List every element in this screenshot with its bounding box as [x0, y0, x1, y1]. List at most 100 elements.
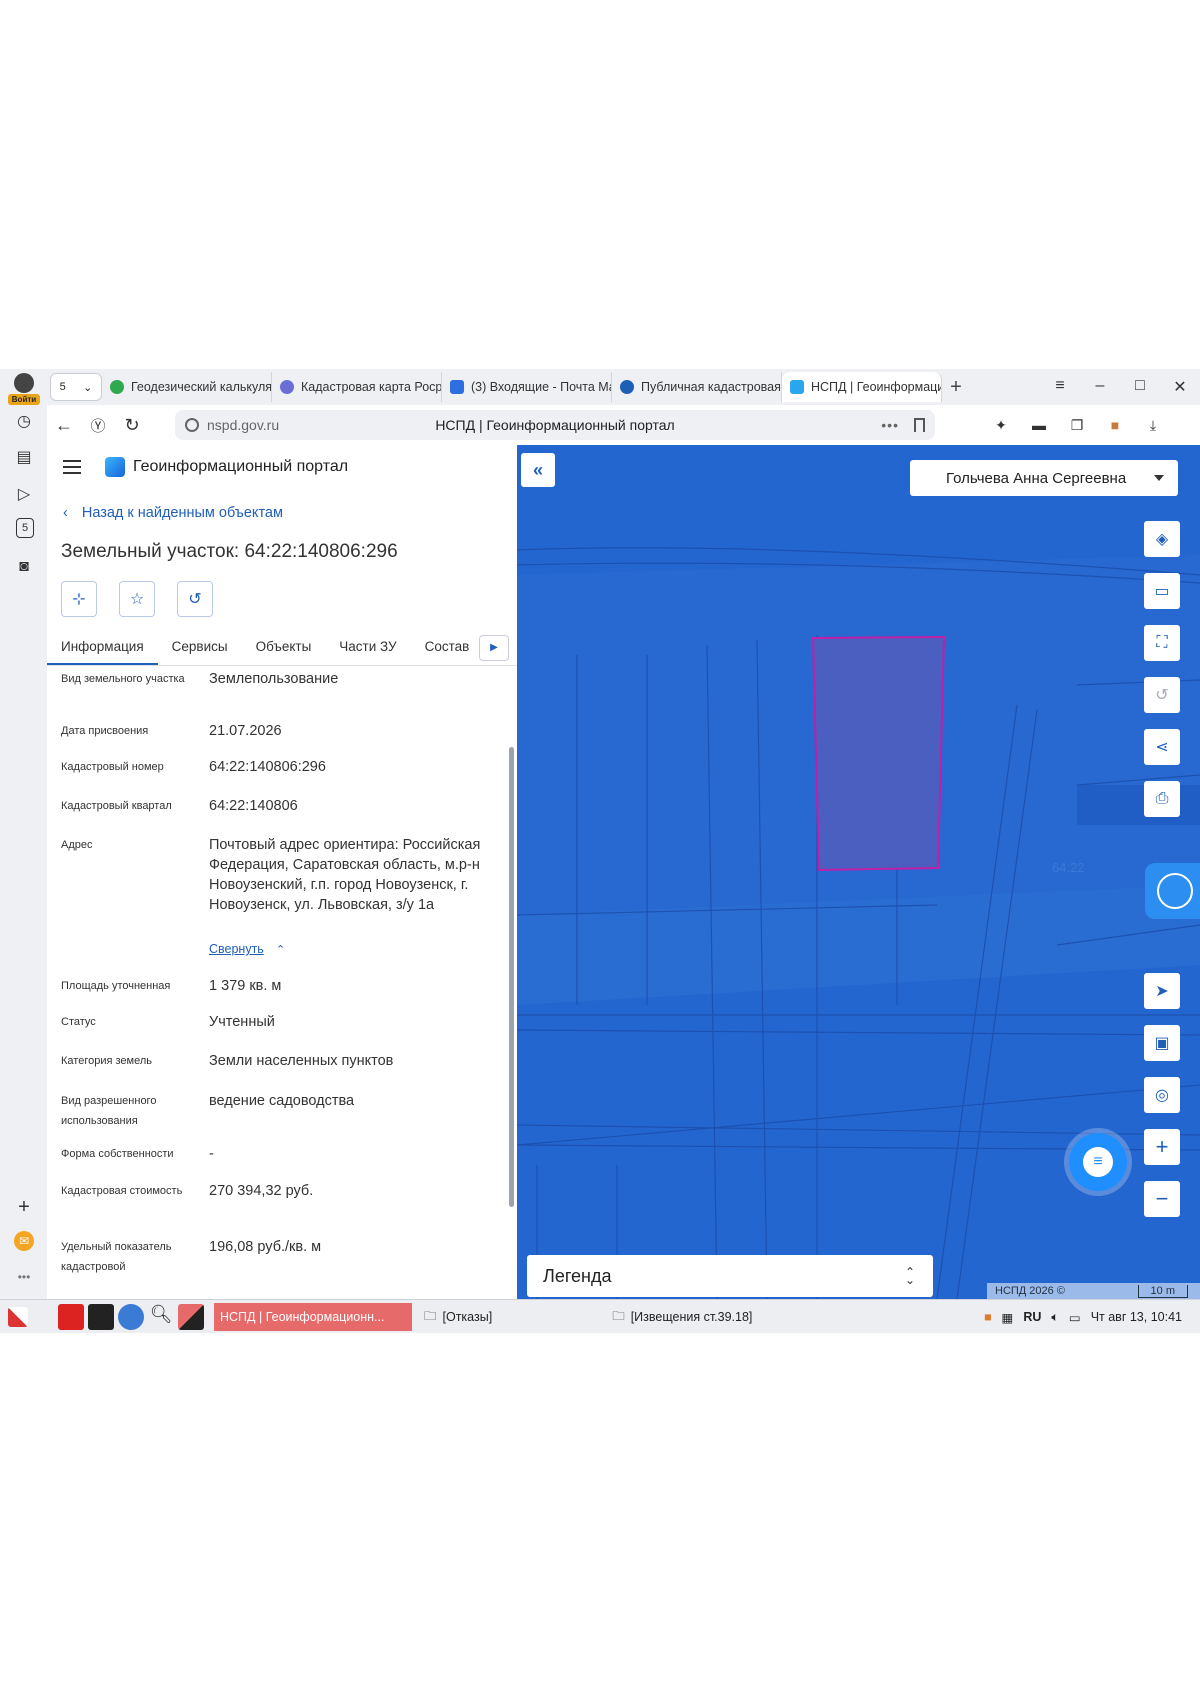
tab-cadastral-map[interactable]: Кадастровая карта Росреестра — [272, 372, 442, 402]
tab-composition[interactable]: Состав — [411, 631, 484, 665]
tab-count: 5 — [59, 381, 66, 393]
legend-dropdown[interactable]: Легенда ⌃ ⌄ — [527, 1255, 933, 1297]
back-to-results-link[interactable]: ‹ Назад к найденным объектам — [63, 505, 283, 521]
map-view[interactable]: 64:22 « Гольчева Анна Сергеевна ◈ ▭ ⛶ ↺ … — [517, 445, 1200, 1299]
browser-sidebar: Войти ◷ ▤ ▷ 5 ◙ + ✉ ••• — [0, 369, 48, 1299]
downloads-icon[interactable]: ⤓ — [1141, 413, 1165, 437]
tab-nspd[interactable]: НСПД | Геоинформационный портал ✕ — [782, 372, 942, 402]
taskbar-folder-notices[interactable]: 🗀 [Извещения ст.39.18] — [612, 1307, 752, 1328]
more-icon[interactable]: ••• — [881, 417, 899, 433]
camera-icon[interactable]: ◙ — [12, 555, 36, 579]
mail-icon[interactable]: ✉ — [14, 1231, 34, 1251]
reload-icon[interactable]: ↻ — [115, 415, 149, 436]
clock-icon[interactable]: ◷ — [12, 409, 36, 433]
files-icon[interactable] — [58, 1304, 84, 1330]
menu-icon[interactable]: ≡ — [1040, 377, 1080, 397]
vpn-icon[interactable]: ▬ — [1027, 413, 1051, 437]
property-value: 1 379 кв. м — [209, 978, 282, 994]
chevron-updown-icon: ⌃ ⌄ — [904, 1265, 915, 1287]
property-label: Вид разрешенного использования — [61, 1095, 157, 1127]
tab-parts[interactable]: Части ЗУ — [325, 631, 410, 665]
portal-name: Геоинформационный портал — [133, 458, 349, 475]
select-area-button[interactable]: ⊹ — [61, 581, 97, 617]
plus-icon[interactable]: + — [12, 1195, 36, 1219]
collections-icon[interactable]: ❐ — [1065, 413, 1089, 437]
clock[interactable]: Чт авг 13, 10:41 — [1091, 1310, 1182, 1324]
tab-public-map[interactable]: Публичная кадастровая карта — [612, 372, 782, 402]
tab-counter[interactable]: 5 ⌄ — [50, 373, 102, 401]
collapse-link[interactable]: Свернуть — [209, 942, 264, 956]
zoom-out-button[interactable]: − — [1144, 1181, 1180, 1217]
side-panel-tab[interactable] — [1145, 863, 1200, 919]
tab-label: НСПД | Геоинформационный портал — [811, 380, 942, 394]
user-menu[interactable]: Гольчева Анна Сергеевна — [910, 460, 1178, 496]
back-icon[interactable]: ← — [47, 415, 81, 436]
locate-button[interactable]: ➤ — [1144, 973, 1180, 1009]
close-window-icon[interactable]: ✕ — [1160, 377, 1200, 397]
url-field[interactable]: nspd.gov.ru НСПД | Геоинформационный пор… — [175, 410, 935, 440]
start-menu-icon[interactable] — [8, 1307, 28, 1327]
chat-button[interactable]: ≡ — [1069, 1133, 1127, 1191]
chevron-up-icon[interactable]: ⌃ — [276, 944, 285, 956]
app-icon[interactable] — [178, 1304, 204, 1330]
property-label: Кадастровый квартал — [61, 800, 172, 812]
scrollbar[interactable] — [509, 675, 515, 1275]
collapse-panel-button[interactable]: « — [521, 453, 555, 487]
favorite-button[interactable]: ☆ — [119, 581, 155, 617]
property-value: 21.07.2026 — [209, 723, 282, 739]
search-icon[interactable]: 🔍︎ — [148, 1304, 174, 1330]
tab-mail[interactable]: (3) Входящие - Почта Mail — [442, 372, 612, 402]
url-domain: nspd.gov.ru — [207, 417, 280, 433]
play-icon[interactable]: ▷ — [12, 482, 36, 506]
taskbar-window-nspd[interactable]: НСПД | Геоинформационн... — [214, 1303, 412, 1331]
tabs-next-button[interactable]: ▶ — [479, 635, 509, 661]
more-icon[interactable]: ••• — [12, 1265, 36, 1289]
bookmarks-icon[interactable]: ▤ — [12, 445, 36, 469]
tab-objects[interactable]: Объекты — [242, 631, 326, 665]
property-label: Кадастровый номер — [61, 761, 164, 773]
share-button[interactable]: ⋖ — [1144, 729, 1180, 765]
new-tab-button[interactable]: + — [942, 376, 970, 399]
menu-icon[interactable] — [63, 460, 81, 474]
package-icon[interactable]: ■ — [984, 1310, 992, 1324]
cpu-icon[interactable]: ▦ — [1002, 1310, 1014, 1325]
layers-button[interactable]: ◈ — [1144, 521, 1180, 557]
yandex-icon[interactable]: Ⓨ — [81, 415, 115, 436]
login-button[interactable]: Войти — [8, 373, 40, 405]
select-area-button[interactable]: ⛶ — [1144, 625, 1180, 661]
network-icon[interactable]: ▭ — [1069, 1310, 1081, 1325]
tab-services[interactable]: Сервисы — [158, 631, 242, 665]
attribution-text: НСПД 2026 © — [995, 1285, 1065, 1297]
zoom-in-button[interactable]: + — [1144, 1129, 1180, 1165]
shield-icon — [185, 418, 199, 432]
geolocation-button[interactable]: ◎ — [1144, 1077, 1180, 1113]
history-button[interactable]: ↺ — [1144, 677, 1180, 713]
wallet-icon[interactable]: ■ — [1103, 413, 1127, 437]
tab-label: Кадастровая карта Росреестра — [301, 380, 442, 394]
keyboard-layout[interactable]: RU — [1023, 1310, 1041, 1324]
ruler-button[interactable]: ▭ — [1144, 573, 1180, 609]
taskbar-folder-refusals[interactable]: 🗀 [Отказы] — [424, 1307, 492, 1328]
panel-header: Геоинформационный портал — [47, 445, 517, 489]
bookmark-icon[interactable] — [914, 418, 925, 432]
minimize-icon[interactable]: – — [1080, 377, 1120, 397]
browser-icon[interactable] — [118, 1304, 144, 1330]
counter-icon[interactable]: 5 — [16, 518, 34, 538]
chevron-left-icon: ‹ — [63, 505, 68, 521]
terminal-icon[interactable] — [88, 1304, 114, 1330]
volume-icon[interactable]: 🔈︎ — [1051, 1310, 1059, 1325]
tab-information[interactable]: Информация — [47, 631, 158, 665]
folder-label: [Извещения ст.39.18] — [630, 1310, 753, 1324]
property-label: Форма собственности — [61, 1148, 174, 1160]
tab-geodesic[interactable]: Геодезический калькулятор — [102, 372, 272, 402]
system-tray: ■ ▦ RU 🔈︎ ▭ Чт авг 13, 10:41 — [984, 1310, 1182, 1325]
avatar — [14, 373, 34, 393]
property-value: Почтовый адрес ориентира: Российская Фед… — [209, 837, 481, 913]
maximize-icon[interactable]: □ — [1120, 377, 1160, 397]
history-button[interactable]: ↺ — [177, 581, 213, 617]
print-button[interactable]: ⎙ — [1144, 781, 1180, 817]
extension-icon[interactable]: ✦ — [989, 413, 1013, 437]
scrollbar-thumb[interactable] — [509, 747, 514, 1207]
minimap-button[interactable]: ▣ — [1144, 1025, 1180, 1061]
property-value: - — [209, 1146, 214, 1162]
